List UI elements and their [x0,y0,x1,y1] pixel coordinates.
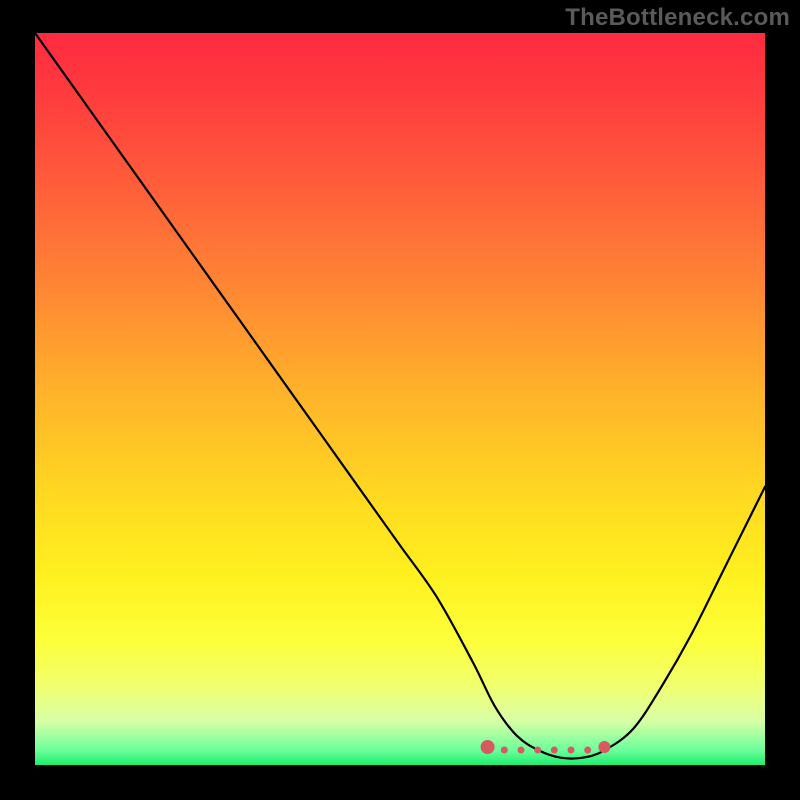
curve-overlay [35,33,765,765]
watermark-label: TheBottleneck.com [565,4,790,32]
bottleneck-curve [35,33,765,759]
optimal-range-markers [481,740,611,754]
chart-frame: TheBottleneck.com [0,0,800,800]
